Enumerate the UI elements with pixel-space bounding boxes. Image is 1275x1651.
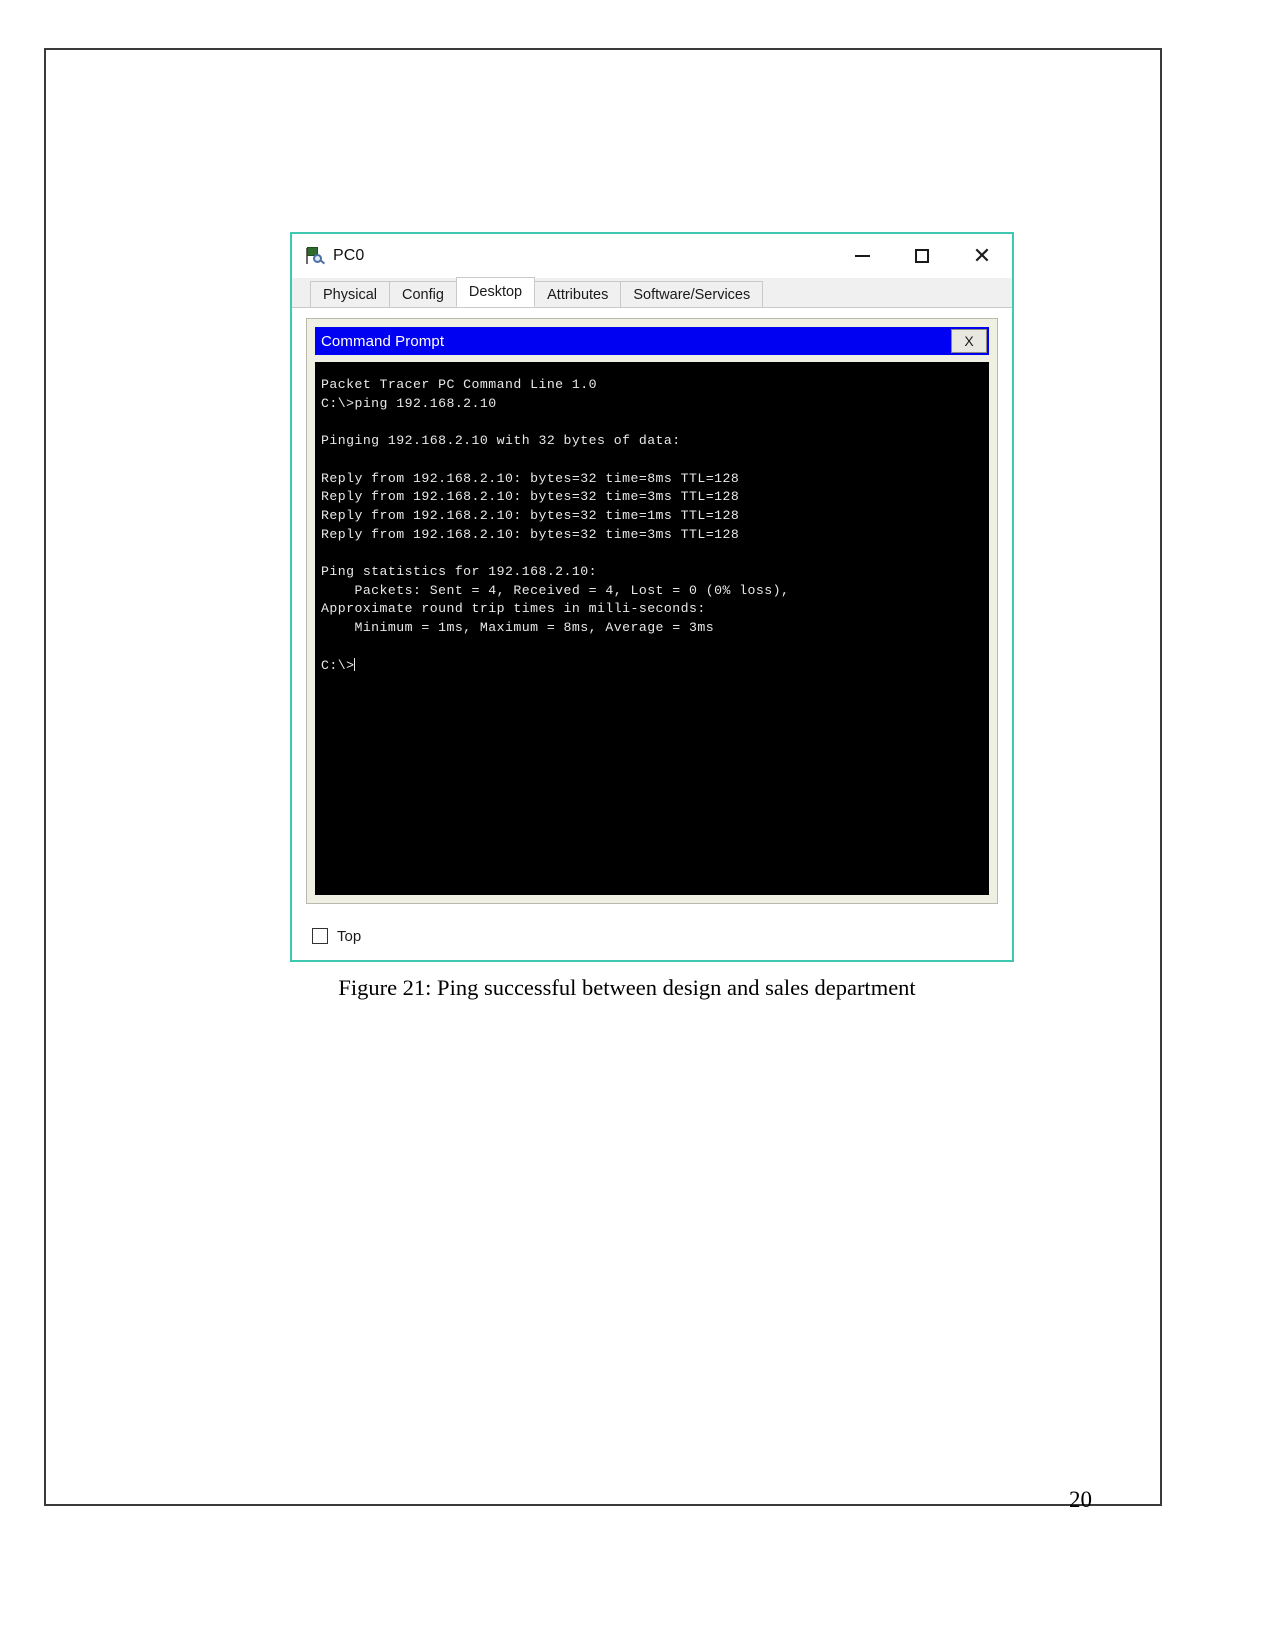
tab-strip: Physical Config Desktop Attributes Softw… <box>292 277 1012 308</box>
close-button[interactable]: ✕ <box>952 234 1012 278</box>
document-page-frame: PC0 ✕ Physical Config Desktop Attributes… <box>44 48 1162 1512</box>
command-prompt-title: Command Prompt <box>321 332 445 350</box>
terminal-output[interactable]: Packet Tracer PC Command Line 1.0 C:\>pi… <box>315 362 989 895</box>
terminal-wrapper: Packet Tracer PC Command Line 1.0 C:\>pi… <box>315 355 989 895</box>
tab-physical-label: Physical <box>323 286 377 303</box>
tab-desktop-label: Desktop <box>468 284 523 300</box>
top-checkbox[interactable] <box>312 928 328 944</box>
desktop-tab-panel: Command Prompt X Packet Tracer PC Comman… <box>292 308 1012 960</box>
minimize-icon <box>854 255 870 257</box>
tab-software-services-label: Software/Services <box>633 286 751 303</box>
tab-attributes-label: Attributes <box>547 286 609 303</box>
window-title: PC0 <box>333 247 365 264</box>
maximize-icon <box>915 249 929 263</box>
maximize-button[interactable] <box>892 234 952 278</box>
packet-tracer-pc-icon <box>306 247 326 265</box>
window-titlebar: PC0 ✕ <box>292 234 1012 278</box>
tab-desktop[interactable]: Desktop <box>455 277 536 307</box>
tab-attributes[interactable]: Attributes <box>534 281 622 307</box>
pc0-window: PC0 ✕ Physical Config Desktop Attributes… <box>290 232 1014 962</box>
bottom-bar: Top <box>306 912 998 960</box>
tab-config-label: Config <box>402 286 444 303</box>
terminal-text: Packet Tracer PC Command Line 1.0 C:\>pi… <box>321 377 790 673</box>
tab-config[interactable]: Config <box>389 281 457 307</box>
command-prompt-titlebar: Command Prompt X <box>315 327 989 355</box>
figure-caption: Figure 21: Ping successful between desig… <box>338 975 916 1000</box>
tab-physical[interactable]: Physical <box>310 281 390 307</box>
command-prompt-panel: Command Prompt X Packet Tracer PC Comman… <box>306 318 998 904</box>
close-icon: ✕ <box>972 243 992 268</box>
minimize-button[interactable] <box>832 234 892 278</box>
terminal-cursor <box>354 657 356 671</box>
window-controls: ✕ <box>832 234 1012 278</box>
command-prompt-close-icon: X <box>964 333 974 349</box>
command-prompt-close-button[interactable]: X <box>951 329 987 353</box>
tab-software-services[interactable]: Software/Services <box>620 281 764 307</box>
page-number: 20 <box>1069 1487 1092 1512</box>
top-checkbox-label: Top <box>337 927 362 945</box>
